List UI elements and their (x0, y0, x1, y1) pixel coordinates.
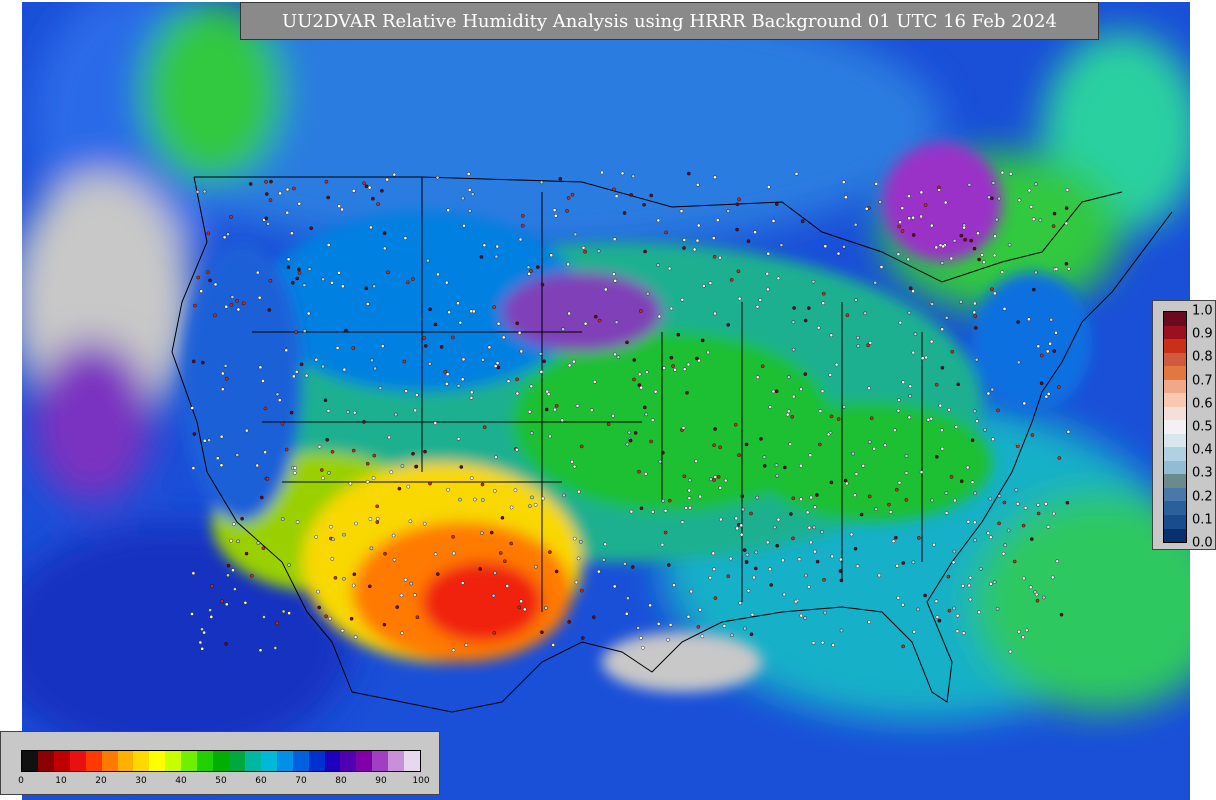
humidity-colorbar (21, 750, 421, 772)
ratio-legend: 1.0 0.9 0.8 0.7 0.6 0.5 0.4 0.3 0.2 0.1 0.0 (1152, 300, 1216, 551)
colorbar-tick-label: 10 (55, 776, 67, 786)
ratio-swatch (1164, 379, 1186, 394)
colorbar-swatch (133, 751, 150, 771)
ratio-swatch (1164, 420, 1186, 434)
ratio-tick-label: 0.3 (1192, 465, 1213, 481)
colorbar-tick-label: 90 (375, 776, 387, 786)
ratio-tick-label: 0.4 (1192, 442, 1213, 458)
humidity-map (22, 2, 1190, 800)
ratio-swatch (1164, 312, 1186, 326)
colorbar-swatch (388, 751, 405, 771)
ratio-swatch (1164, 528, 1186, 543)
ratio-tick-label: 0.7 (1192, 373, 1213, 389)
ratio-swatch (1164, 487, 1186, 502)
colorbar-swatch (213, 751, 229, 771)
ratio-tick-label: 0.1 (1192, 512, 1213, 528)
ratio-tick-label: 0.0 (1192, 535, 1213, 551)
colorbar-swatch (228, 751, 245, 771)
ratio-colorbar (1163, 311, 1187, 543)
ratio-tick-label: 0.9 (1192, 326, 1213, 342)
ratio-swatch (1164, 339, 1186, 353)
ratio-swatch (1164, 460, 1186, 475)
map-title-text: UU2DVAR Relative Humidity Analysis using… (282, 10, 1057, 32)
ratio-tick-label: 0.8 (1192, 349, 1213, 365)
colorbar-tick-label: 80 (335, 776, 347, 786)
colorbar-tick-label: 70 (295, 776, 307, 786)
ratio-swatch (1164, 433, 1186, 448)
colorbar-swatch (85, 751, 102, 771)
colorbar-swatch (101, 751, 118, 771)
ratio-swatch (1164, 366, 1186, 380)
colorbar-swatch (69, 751, 86, 771)
ratio-tick-label: 0.5 (1192, 419, 1213, 435)
colorbar-swatch (165, 751, 182, 771)
colorbar-swatch (37, 751, 54, 771)
colorbar-tick-label: 50 (215, 776, 227, 786)
humidity-legend: 0 10 20 30 40 50 60 70 80 90 100 (0, 731, 440, 795)
colorbar-tick-label: 0 (18, 776, 24, 786)
ratio-tick-label: 0.6 (1192, 396, 1213, 412)
colorbar-swatch (308, 751, 325, 771)
ratio-swatch (1164, 447, 1186, 461)
colorbar-tick-label: 20 (95, 776, 107, 786)
ratio-swatch (1164, 501, 1186, 515)
colorbar-tick-label: 40 (175, 776, 187, 786)
ratio-swatch (1164, 514, 1186, 529)
ratio-tick-label: 1.0 (1192, 303, 1213, 319)
ratio-swatch (1164, 406, 1186, 421)
colorbar-swatch (356, 751, 373, 771)
map-title: UU2DVAR Relative Humidity Analysis using… (240, 2, 1099, 40)
ratio-swatch (1164, 393, 1186, 407)
colorbar-swatch (404, 751, 421, 771)
colorbar-swatch (340, 751, 357, 771)
colorbar-swatch (260, 751, 277, 771)
colorbar-swatch (244, 751, 261, 771)
ratio-tick-label: 0.2 (1192, 489, 1213, 505)
colorbar-tick-label: 100 (412, 776, 430, 786)
colorbar-swatch (292, 751, 309, 771)
colorbar-swatch (117, 751, 134, 771)
ratio-swatch (1164, 352, 1186, 367)
ratio-swatch (1164, 474, 1186, 488)
colorbar-swatch (197, 751, 214, 771)
colorbar-swatch (53, 751, 70, 771)
ratio-swatch (1164, 325, 1186, 340)
colorbar-swatch (149, 751, 166, 771)
colorbar-swatch (181, 751, 198, 771)
colorbar-tick-label: 60 (255, 776, 267, 786)
colorbar-swatch (276, 751, 293, 771)
colorbar-swatch (372, 751, 389, 771)
colorbar-swatch (324, 751, 341, 771)
colorbar-tick-label: 30 (135, 776, 147, 786)
colorbar-swatch (22, 751, 38, 771)
